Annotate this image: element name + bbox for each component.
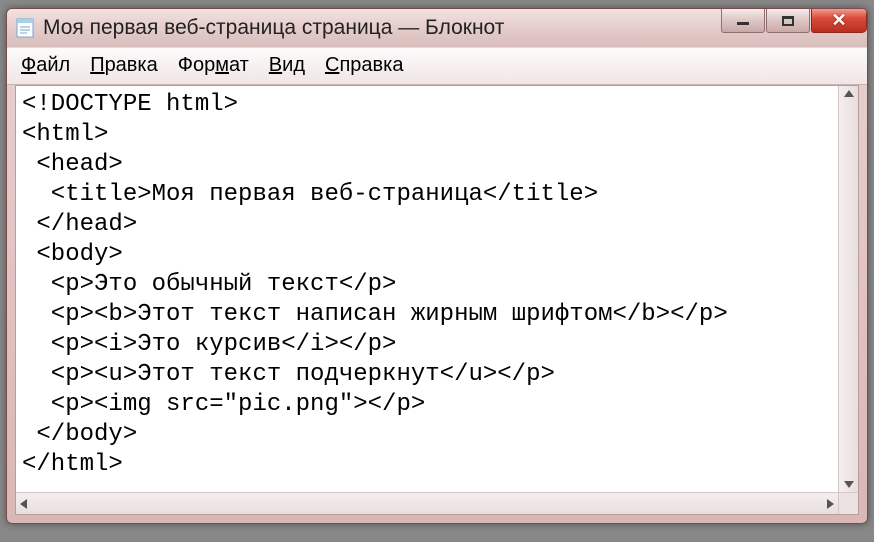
menu-file[interactable]: Файл	[21, 54, 70, 77]
scroll-right-icon	[827, 499, 834, 509]
menu-view[interactable]: Вид	[269, 54, 305, 77]
maximize-button[interactable]	[766, 9, 810, 33]
scroll-corner	[838, 492, 858, 514]
vertical-scrollbar[interactable]	[838, 86, 858, 492]
close-icon: ✕	[831, 10, 846, 31]
text-area[interactable]: <!DOCTYPE html> <html> <head> <title>Моя…	[16, 86, 858, 514]
close-button[interactable]: ✕	[811, 9, 867, 33]
scroll-up-icon	[844, 90, 854, 97]
scroll-down-icon	[844, 481, 854, 488]
window-controls: ✕	[720, 9, 867, 47]
menubar: Файл Правка Формат Вид Справка	[7, 47, 867, 85]
minimize-button[interactable]	[721, 9, 765, 33]
maximize-icon	[782, 16, 794, 26]
window-title: Моя первая веб-страница страница — Блокн…	[43, 16, 720, 40]
horizontal-scrollbar[interactable]	[16, 492, 838, 514]
scroll-left-icon	[20, 499, 27, 509]
minimize-icon	[737, 22, 749, 25]
menu-edit[interactable]: Правка	[90, 54, 158, 77]
notepad-icon	[15, 17, 35, 39]
editor-frame: <!DOCTYPE html> <html> <head> <title>Моя…	[15, 85, 859, 515]
titlebar[interactable]: Моя первая веб-страница страница — Блокн…	[7, 9, 867, 47]
menu-format[interactable]: Формат	[178, 54, 249, 77]
menu-help[interactable]: Справка	[325, 54, 403, 77]
notepad-window: Моя первая веб-страница страница — Блокн…	[6, 8, 868, 524]
